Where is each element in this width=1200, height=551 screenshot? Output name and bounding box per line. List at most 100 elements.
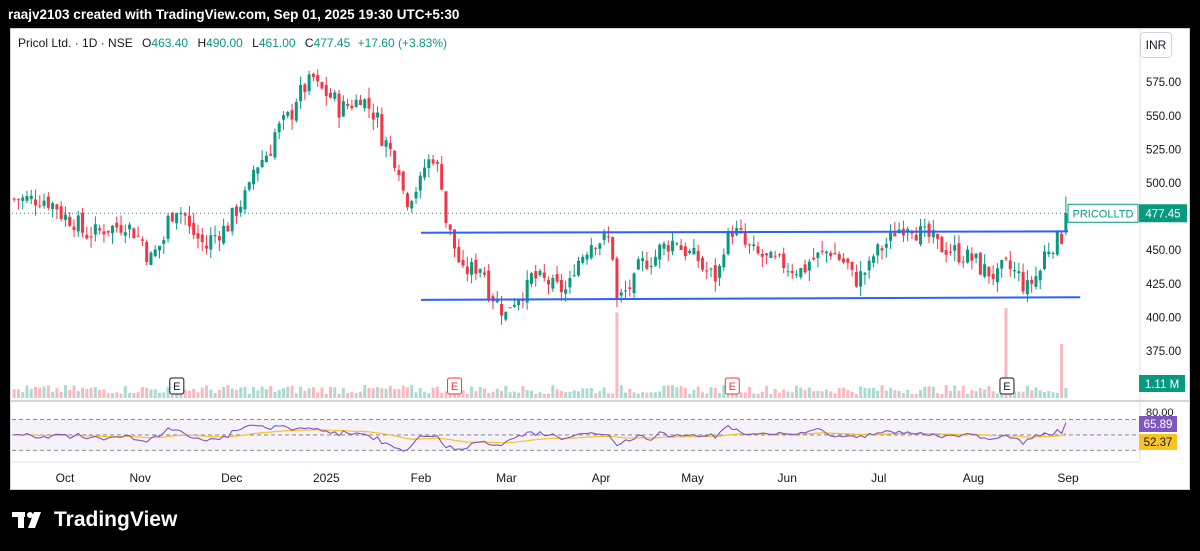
volume-bar: [615, 312, 619, 398]
candle-body: [376, 112, 380, 118]
candle-body: [1013, 269, 1017, 272]
volume-bar: [393, 389, 397, 398]
volume-bar: [534, 393, 538, 398]
volume-bar: [34, 387, 38, 398]
currency-button[interactable]: INR: [1140, 32, 1172, 58]
candle-body: [662, 243, 666, 249]
candle-body: [1004, 257, 1008, 259]
volume-bar: [709, 387, 713, 398]
volume-bar: [46, 385, 50, 398]
volume-bar: [551, 385, 555, 398]
volume-bar: [200, 387, 204, 398]
volume-bar: [645, 392, 649, 398]
candle-body: [867, 260, 871, 271]
candle-body: [816, 252, 820, 258]
volume-bar: [1055, 392, 1059, 398]
volume-bar: [598, 390, 602, 398]
candle-body: [187, 215, 191, 227]
volume-bar: [388, 385, 392, 398]
volume-bar: [846, 390, 850, 398]
candle-body: [38, 205, 42, 207]
candle-body: [200, 234, 204, 243]
volume-bar: [833, 393, 837, 398]
volume-bar: [705, 393, 709, 398]
earnings-marker: E: [447, 377, 463, 395]
volume-bar: [93, 387, 97, 398]
volume-bar: [98, 389, 102, 398]
candle-body: [149, 252, 153, 265]
time-tick-label: Apr: [592, 471, 611, 485]
earnings-marker-label: E: [173, 381, 180, 393]
volume-bar: [12, 389, 16, 398]
candle-body: [34, 199, 38, 206]
candle-body: [824, 251, 828, 254]
candle-body: [1047, 251, 1051, 255]
volume-bar: [482, 388, 486, 398]
legend-close: 477.45: [313, 36, 351, 50]
volume-bar: [1038, 390, 1042, 398]
candle-body: [500, 303, 504, 316]
legend-close-label: C: [304, 36, 314, 50]
volume-bar: [995, 393, 999, 398]
volume-bar: [624, 392, 628, 398]
candle-body: [722, 254, 726, 268]
candle-body: [542, 272, 546, 278]
candle-body: [303, 84, 307, 93]
candle-body: [63, 214, 67, 220]
volume-bar: [974, 391, 978, 398]
volume-bar: [354, 392, 358, 398]
candle-body: [1055, 231, 1059, 255]
volume-bar: [948, 391, 952, 398]
volume-bar: [876, 390, 880, 398]
candle-body: [106, 230, 110, 233]
volume-bar: [966, 393, 970, 398]
candle-body: [820, 250, 824, 252]
candle-body: [760, 253, 764, 257]
volume-bar: [666, 385, 670, 398]
candle-body: [93, 224, 97, 235]
tag-layer: E E E E PRICOLLTD 477.45 1.11 M 65.89 52.37: [169, 203, 1187, 450]
volume-bar: [927, 386, 931, 398]
volume-bar: [213, 393, 217, 398]
candle-body: [286, 111, 290, 116]
volume-bar: [89, 387, 93, 398]
volume-bar: [435, 386, 439, 398]
volume-bar: [1047, 391, 1051, 398]
price-tick-label: 525.00: [1146, 144, 1181, 156]
volume-bar: [773, 388, 777, 398]
volume-bar: [179, 393, 183, 398]
volume-bar: [936, 393, 940, 398]
volume-bar: [713, 388, 717, 398]
volume-bar: [81, 387, 85, 398]
candle-body: [538, 270, 542, 276]
volume-bar: [76, 391, 80, 398]
volume-bar: [837, 387, 841, 398]
volume-bar: [311, 387, 315, 398]
volume-bar: [495, 388, 499, 398]
candle-body: [675, 243, 679, 245]
volume-bar: [346, 392, 350, 398]
channel-upper-line: [420, 230, 1069, 234]
tradingview-logo-icon: [12, 512, 41, 528]
candle-body: [29, 195, 33, 199]
candle-body: [264, 155, 268, 163]
legend-symbol: Pricol Ltd. · 1D · NSE: [18, 36, 133, 50]
candlestick-chart[interactable]: 575.00 550.00 525.00 500.00 450.00 425.00 400.…: [0, 0, 1200, 551]
candle-body: [700, 257, 704, 270]
volume-bar: [739, 392, 743, 398]
candle-body: [123, 232, 127, 236]
candle-body: [256, 167, 260, 174]
volume-bar: [816, 390, 820, 398]
volume-bar: [470, 386, 474, 398]
candle-body: [1021, 272, 1025, 292]
volume-bar: [256, 390, 260, 398]
candle-body: [671, 240, 675, 252]
volume-bar: [957, 390, 961, 398]
volume-bar: [380, 388, 384, 398]
volume-bar: [859, 386, 863, 398]
volume-bar: [465, 393, 469, 398]
candle-body: [1000, 259, 1004, 269]
volume-bar: [162, 392, 166, 398]
legend-low: 461.00: [258, 36, 296, 50]
volume-bar: [277, 389, 281, 398]
